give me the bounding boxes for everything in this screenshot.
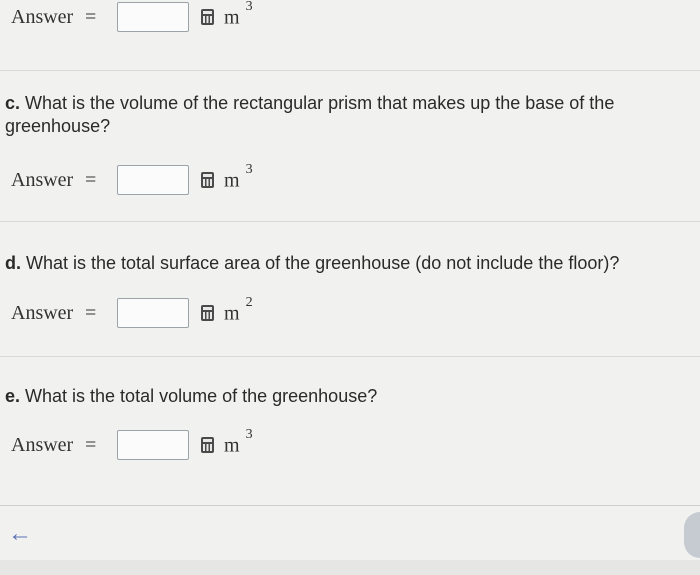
divider <box>0 356 700 357</box>
question-text: What is the total surface area of the gr… <box>21 253 620 273</box>
answer-input-c[interactable] <box>117 165 189 195</box>
answer-input-b[interactable] <box>117 2 189 32</box>
unit-exponent: 3 <box>245 426 253 442</box>
unit-label: m3 <box>224 0 253 30</box>
question-text: What is the volume of the rectangular pr… <box>5 93 615 136</box>
footer-divider <box>0 505 700 506</box>
bottom-band <box>0 560 700 575</box>
question-e: e. What is the total volume of the green… <box>5 385 665 408</box>
unit-exponent: 2 <box>245 294 253 310</box>
answer-label: Answer <box>11 5 74 28</box>
answer-input-d[interactable] <box>117 298 189 328</box>
calculator-icon[interactable] <box>201 305 214 321</box>
answer-label: Answer <box>11 301 74 324</box>
scroll-handle[interactable] <box>684 512 700 558</box>
answer-row-b: Answer = m3 <box>11 0 253 34</box>
unit-label: m3 <box>224 162 253 193</box>
answer-label: Answer <box>11 168 74 191</box>
equals-sign: = <box>85 433 97 456</box>
equals-sign: = <box>85 301 97 324</box>
unit-base: m <box>224 434 240 457</box>
answer-row-e: Answer = m3 <box>11 427 253 462</box>
calculator-icon[interactable] <box>201 172 214 188</box>
left-arrow-icon[interactable]: ← <box>8 522 32 546</box>
unit-exponent: 3 <box>245 0 253 14</box>
question-d: d. What is the total surface area of the… <box>5 252 665 275</box>
calculator-icon[interactable] <box>201 437 214 453</box>
equals-sign: = <box>85 168 97 191</box>
unit-base: m <box>224 302 240 325</box>
question-letter: c. <box>5 93 21 113</box>
question-letter: e. <box>5 386 21 406</box>
unit-base: m <box>224 6 240 29</box>
question-text: What is the total volume of the greenhou… <box>20 386 378 406</box>
answer-label: Answer <box>11 433 74 456</box>
divider <box>0 221 700 222</box>
equals-sign: = <box>85 5 97 28</box>
question-c: c. What is the volume of the rectangular… <box>5 92 665 138</box>
answer-row-d: Answer = m2 <box>11 295 253 330</box>
calculator-icon[interactable] <box>201 9 214 25</box>
answer-input-e[interactable] <box>117 430 189 460</box>
question-letter: d. <box>5 253 21 273</box>
answer-row-c: Answer = m3 <box>11 162 253 197</box>
unit-label: m3 <box>224 427 253 458</box>
unit-label: m2 <box>224 295 253 326</box>
unit-base: m <box>224 169 240 192</box>
unit-exponent: 3 <box>245 161 253 177</box>
divider <box>0 70 700 71</box>
